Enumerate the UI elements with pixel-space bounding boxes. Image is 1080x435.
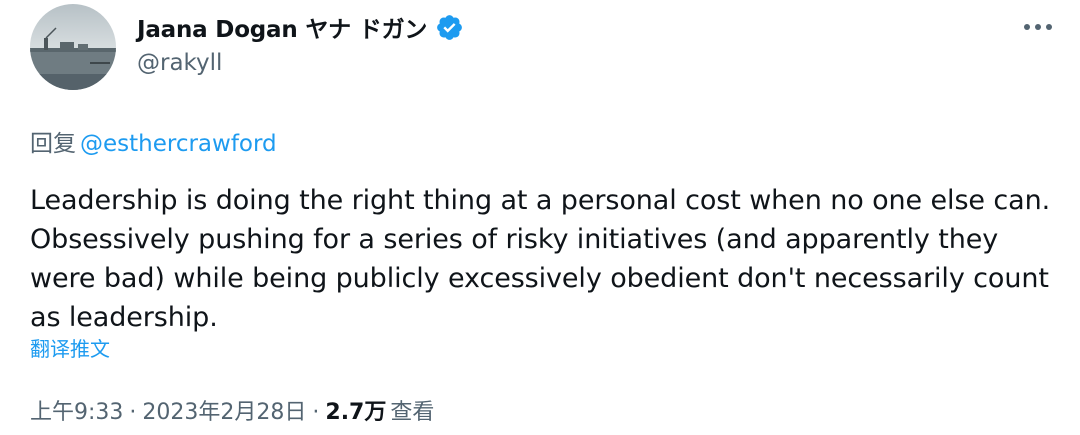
avatar[interactable] bbox=[30, 4, 116, 90]
views-label: 查看 bbox=[390, 400, 435, 425]
tweet-date[interactable]: 2023年2月28日 bbox=[142, 400, 306, 425]
tweet-meta: 上午9:33 · 2023年2月28日 · 2.7万 查看 bbox=[30, 394, 434, 426]
tweet-time[interactable]: 上午9:33 bbox=[30, 400, 123, 425]
avatar-harbor-image bbox=[30, 4, 116, 90]
more-options-icon[interactable] bbox=[1018, 12, 1058, 42]
author-name-row: Jaana Dogan ヤナ ドガン bbox=[137, 10, 464, 44]
reply-mention-link[interactable]: @esthercrawford bbox=[80, 131, 277, 157]
meta-separator: · bbox=[312, 400, 320, 425]
views-count: 2.7万 bbox=[325, 400, 387, 425]
tweet-text: Leadership is doing the right thing at a… bbox=[30, 185, 1051, 333]
verified-badge-icon[interactable] bbox=[435, 13, 464, 42]
author-display-name[interactable]: Jaana Dogan ヤナ ドガン bbox=[137, 10, 427, 44]
reply-context: 回复 @esthercrawford bbox=[30, 124, 277, 158]
author-handle[interactable]: @rakyll bbox=[137, 50, 222, 76]
reply-prefix: 回复 bbox=[30, 131, 76, 157]
translate-tweet-link[interactable]: 翻译推文 bbox=[30, 333, 110, 362]
meta-separator: · bbox=[129, 400, 137, 425]
tweet-card: Jaana Dogan ヤナ ドガン @rakyll 回复 @esthercraw… bbox=[0, 0, 1080, 435]
